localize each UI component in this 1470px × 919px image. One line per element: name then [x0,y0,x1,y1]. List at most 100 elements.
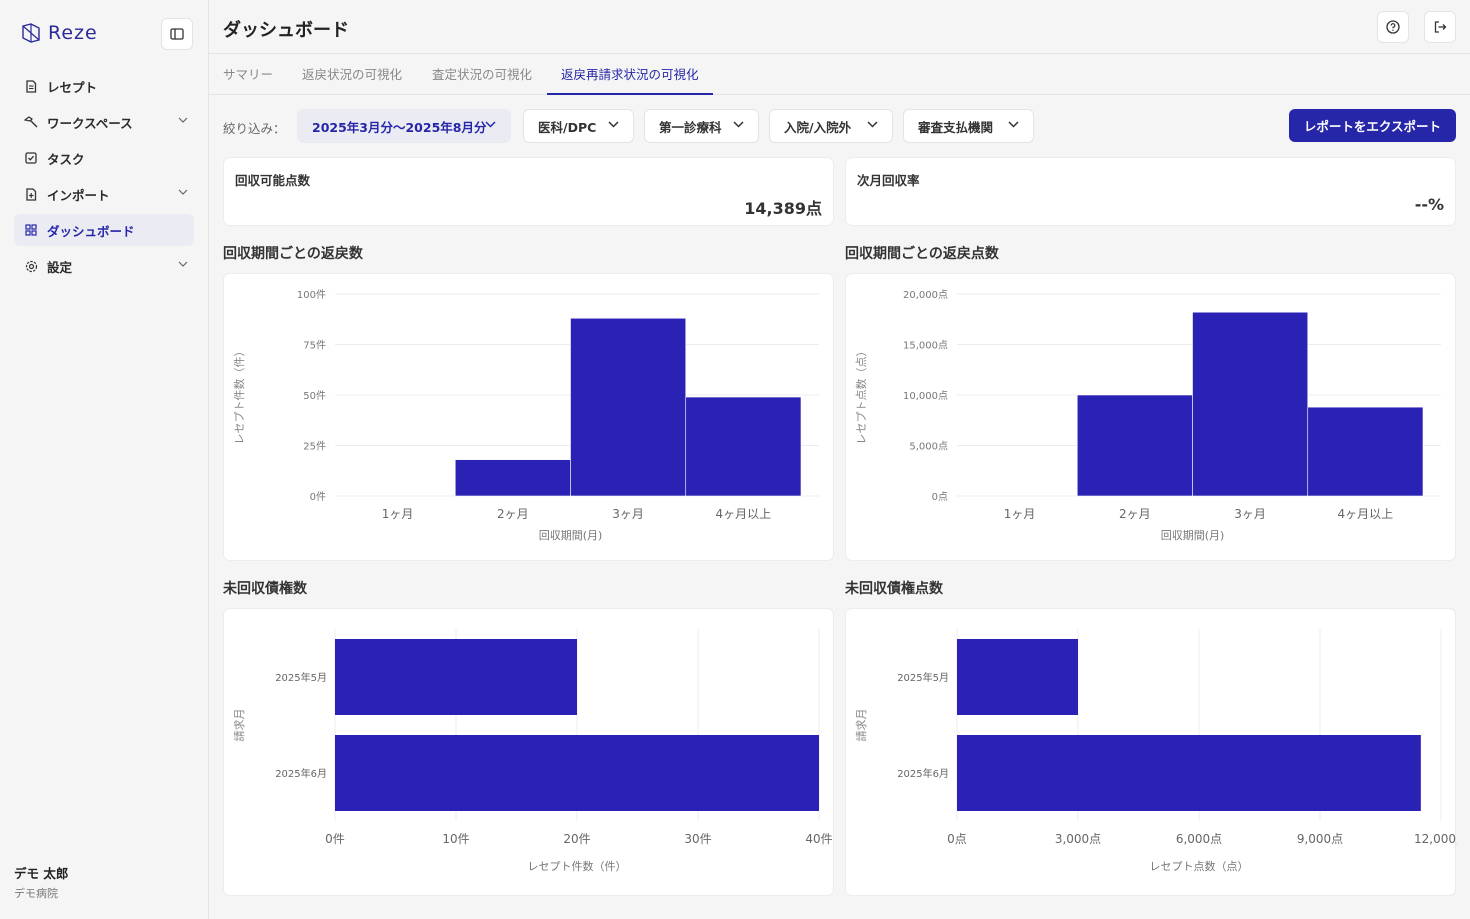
header: ダッシュボード [209,0,1470,54]
y-tick-label: 2025年6月 [275,767,327,780]
bar [957,639,1078,715]
sidebar-item-label: タスク [47,151,85,167]
x-tick-label: 1ヶ月 [1004,507,1036,521]
period-filter[interactable]: 2025年3月分〜2025年8月分 [297,109,511,143]
y-tick-label: 2025年6月 [897,767,949,780]
user-organization: デモ病院 [14,887,58,900]
returns-count-chart: 0件 25件 50件 75件 100件 1ヶ月 2ヶ月 3ヶ月 4ヶ月以上回収期間(月) レセプト… [233,289,819,542]
section-title-returns-points: 回収期間ごとの返戻点数 [845,246,999,262]
logo-text: Reze [48,22,98,44]
x-tick-label: 40件 [805,832,832,846]
sidebar: Reze レセプト ワークスペース タスク インポート ダッシュボード 設定 デ… [0,0,209,919]
page-title: ダッシュボード [223,20,349,41]
tab-assessment-visualization[interactable]: 査定状況の可視化 [432,54,532,95]
chevron-down-icon [1008,121,1019,128]
y-tick-label: 2025年5月 [275,671,327,684]
help-button[interactable] [1377,11,1409,43]
sidebar-item-tasks[interactable]: タスク [14,142,194,174]
sidebar-item-import[interactable]: インポート [14,178,194,210]
y-tick-label: 15,000点 [903,340,948,352]
help-icon [1386,20,1400,34]
tab-summary[interactable]: サマリー [223,54,273,95]
chart-card-returns-points: 0点 5,000点 10,000点 15,000点 20,000点 1ヶ月 2ヶ月 3ヶ月 4ヶ… [845,273,1456,561]
sidebar-item-label: ワークスペース [47,115,133,131]
x-axis-label: 回収期間(月) [539,529,603,542]
department-filter[interactable]: 医科/DPC [523,109,634,143]
x-tick-label: 4ヶ月以上 [716,507,772,521]
main-content: ダッシュボード サマリー 返戻状況の可視化 査定状況の可視化 返戻再請求状況の可… [209,0,1470,919]
uncollected-points-chart: 0点 3,000点 6,000点 9,000点 12,000点 2025年5月 2025年6… [854,629,1457,873]
x-tick-label: 3,000点 [1055,832,1101,846]
payer-filter[interactable]: 審査支払機関 [903,109,1034,143]
kpi-card-collectable-points: 回収可能点数 14,389点 [223,157,834,226]
bar [1076,394,1193,497]
sidebar-item-settings[interactable]: 設定 [14,250,194,282]
inpatient-filter[interactable]: 入院/入院外 [769,109,893,143]
x-tick-label: 12,000点 [1414,832,1457,846]
x-tick-label: 4ヶ月以上 [1338,507,1394,521]
x-axis-label: レセプト件数（件） [528,860,627,873]
chevron-down-icon [608,121,619,128]
bar [570,317,687,497]
kpi-card-next-month-rate: 次月回収率 --% [845,157,1456,226]
bar [1192,311,1309,497]
app-logo[interactable]: Reze [20,22,98,44]
chevron-down-icon [178,261,188,267]
filter-label: 絞り込み： [223,121,286,136]
tab-returns-visualization[interactable]: 返戻状況の可視化 [302,54,402,95]
x-tick-label: 30件 [684,832,711,846]
x-tick-label: 20件 [563,832,590,846]
clinical-dept-filter-value: 第一診療科 [659,119,722,135]
payer-filter-value: 審査支払機関 [918,119,994,135]
checkbox-icon [24,151,38,165]
y-axis-label: レセプト件数（件） [233,346,246,445]
y-tick-label: 5,000点 [909,441,948,453]
bar [957,735,1421,811]
x-axis-label: 回収期間(月) [1161,529,1225,542]
sidebar-item-workspace[interactable]: ワークスペース [14,106,194,138]
uncollected-count-chart: 0件 10件 20件 30件 40件 2025年5月 2025年6月レセプト件数（件） 請求月 [232,629,833,873]
chevron-down-icon [178,189,188,195]
logo-icon [22,23,40,43]
period-filter-value: 2025年3月分〜2025年8月分 [312,119,487,135]
tab-bar: サマリー 返戻状況の可視化 査定状況の可視化 返戻再請求状況の可視化 [209,54,1470,95]
sidebar-item-dashboard[interactable]: ダッシュボード [14,214,194,246]
bar [1307,406,1424,497]
y-tick-label: 0件 [310,491,326,503]
logout-icon [1434,21,1447,33]
y-axis-label: 請求月 [232,709,246,742]
x-tick-label: 3ヶ月 [1234,507,1266,521]
sidebar-toggle-button[interactable] [161,18,193,50]
x-tick-label: 3ヶ月 [612,507,644,521]
y-tick-label: 10,000点 [903,390,948,402]
logout-button[interactable] [1424,11,1456,43]
y-tick-label: 25件 [303,441,326,453]
chevron-down-icon [867,121,878,128]
hammer-icon [24,115,38,129]
y-axis-label: レセプト点数（点） [855,346,868,445]
clinical-dept-filter[interactable]: 第一診療科 [644,109,759,143]
user-name: デモ 太郎 [14,866,69,881]
gear-icon [24,259,38,273]
tab-rebilling-visualization[interactable]: 返戻再請求状況の可視化 [547,54,713,95]
returns-points-chart: 0点 5,000点 10,000点 15,000点 20,000点 1ヶ月 2ヶ月 3ヶ月 4ヶ… [855,289,1441,542]
sidebar-item-receipt[interactable]: レセプト [14,70,194,102]
section-title-uncollected-count: 未回収債権数 [223,581,307,597]
filter-bar: 絞り込み： 2025年3月分〜2025年8月分 医科/DPC 第一診療科 入院/… [223,109,1456,143]
y-tick-label: 100件 [297,289,326,301]
file-import-icon [24,187,38,201]
user-info[interactable]: デモ 太郎 デモ病院 [14,863,68,901]
x-axis-label: レセプト点数（点） [1150,860,1249,873]
section-title-uncollected-points: 未回収債権点数 [845,581,943,597]
y-tick-label: 0点 [932,491,948,503]
y-tick-label: 2025年5月 [897,671,949,684]
chart-card-uncollected-count: 0件 10件 20件 30件 40件 2025年5月 2025年6月 レセプト件数（件） 請求月 [223,608,834,896]
export-report-button[interactable]: レポートをエクスポート [1289,109,1456,142]
x-tick-label: 2ヶ月 [497,507,529,521]
y-tick-label: 75件 [303,340,326,352]
sidebar-panel-icon [170,28,184,40]
chevron-down-icon [485,121,496,128]
document-icon [24,79,38,93]
x-tick-label: 0点 [947,832,967,846]
bar [335,639,577,715]
